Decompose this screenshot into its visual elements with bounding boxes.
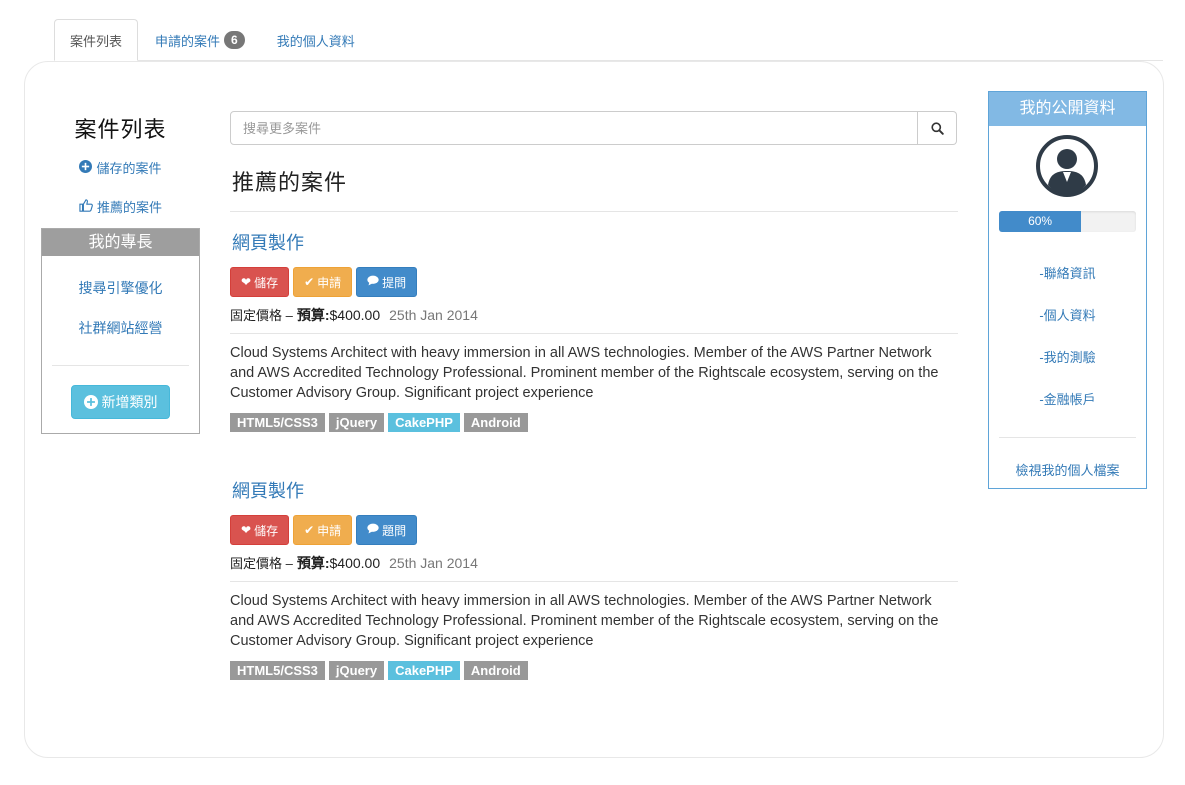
search-bar [230,111,957,145]
apply-label: 申請 [317,523,342,538]
specialty-item-social[interactable]: 社群網站經營 [42,318,199,338]
job-date: 25th Jan 2014 [389,307,478,323]
recommended-section-title: 推薦的案件 [232,170,348,195]
tag[interactable]: Android [463,413,528,432]
job-actions: ❤ 儲存 ✔ 申請 題問 [230,515,958,545]
apply-job-button[interactable]: ✔ 申請 [293,515,353,545]
thumbs-up-icon [79,198,93,215]
ask-question-button[interactable]: 提問 [356,267,418,297]
tab-my-profile[interactable]: 我的個人資料 [262,19,370,61]
specialty-title: 我的專長 [42,229,199,256]
tag[interactable]: jQuery [328,661,385,680]
plus-circle-icon [79,159,93,176]
price-type: 固定價格 – [230,308,293,323]
contact-info-link[interactable]: -聯絡資訊 [989,263,1146,282]
apply-label: 申請 [317,275,342,290]
profile-divider [999,437,1136,438]
job-description: Cloud Systems Architect with heavy immer… [230,345,939,401]
job-divider [230,581,958,582]
comment-icon [367,523,379,537]
heart-icon: ❤ [241,523,252,537]
check-icon: ✔ [304,275,315,289]
view-profile-link[interactable]: 檢視我的個人檔案 [989,460,1146,479]
heart-icon: ❤ [241,275,252,289]
save-job-button[interactable]: ❤ 儲存 [230,267,290,297]
tab-applied-jobs[interactable]: 申請的案件 6 [140,19,260,61]
search-icon [930,121,944,135]
user-avatar-icon [1036,135,1098,197]
tab-my-profile-label: 我的個人資料 [276,33,355,49]
profile-progress-bar: 60% [999,211,1082,232]
tag[interactable]: CakePHP [388,413,460,432]
public-profile-title: 我的公開資料 [989,92,1146,126]
specialty-panel: 我的專長 搜尋引擎優化 社群網站經營 新增類別 [41,228,200,434]
recommended-jobs-link[interactable]: 推薦的案件 [41,197,200,216]
apply-job-button[interactable]: ✔ 申請 [293,267,353,297]
job-meta: 固定價格 – 預算: $400.00 25th Jan 2014 [230,553,958,573]
search-button[interactable] [918,111,957,145]
ask-label: 題問 [382,523,407,538]
add-category-label: 新增類別 [101,394,158,410]
tag[interactable]: Android [463,661,528,680]
job-tags: HTML5/CSS3 jQuery CakePHP Android [230,661,958,680]
personal-info-link[interactable]: -個人資料 [989,305,1146,324]
price-type: 固定價格 – [230,556,293,571]
job-description: Cloud Systems Architect with heavy immer… [230,593,939,649]
tag[interactable]: HTML5/CSS3 [230,413,325,432]
main-tabs: 案件列表 申請的案件 6 我的個人資料 [54,19,372,61]
sidebar-title: 案件列表 [74,117,167,142]
job-date: 25th Jan 2014 [389,555,478,571]
tag[interactable]: CakePHP [388,661,460,680]
tag[interactable]: HTML5/CSS3 [230,661,325,680]
recommended-jobs-label: 推薦的案件 [96,200,162,215]
budget-label: 預算: [296,307,330,323]
job-actions: ❤ 儲存 ✔ 申請 提問 [230,267,958,297]
tag[interactable]: jQuery [328,413,385,432]
left-sidebar: 案件列表 儲存的案件 推薦的案件 我的專長 搜尋引擎優化 社群網站經營 新增類別 [41,108,200,434]
saved-jobs-link[interactable]: 儲存的案件 [41,158,200,177]
job-tags: HTML5/CSS3 jQuery CakePHP Android [230,413,958,432]
specialty-divider [52,365,189,366]
plus-circle-icon [83,395,98,409]
job-title[interactable]: 網頁製作 [232,229,958,255]
budget-amount: $400.00 [329,555,381,571]
comment-icon [367,275,379,289]
save-label: 儲存 [254,275,279,290]
my-tests-link[interactable]: -我的測驗 [989,347,1146,366]
job-card: 網頁製作 ❤ 儲存 ✔ 申請 題問 固定價格 – 預算: $400.00 25t… [230,477,958,680]
budget-amount: $400.00 [329,307,381,323]
profile-progress: 60% [999,211,1136,232]
search-input[interactable] [230,111,918,145]
applied-count-badge: 6 [224,31,245,49]
job-divider [230,333,958,334]
tab-job-list-label: 案件列表 [70,33,123,49]
job-meta: 固定價格 – 預算: $400.00 25th Jan 2014 [230,305,958,325]
specialty-item-seo[interactable]: 搜尋引擎優化 [42,278,199,298]
section-divider [230,211,958,212]
job-card: 網頁製作 ❤ 儲存 ✔ 申請 提問 固定價格 – 預算: $400.00 25t… [230,229,958,432]
public-profile-panel: 我的公開資料 60% -聯絡資訊 -個人資料 -我的測驗 -金融帳戶 檢視我的個… [988,91,1147,489]
budget-label: 預算: [296,555,330,571]
tab-applied-jobs-label: 申請的案件 [155,33,221,49]
tab-job-list[interactable]: 案件列表 [54,19,139,61]
save-job-button[interactable]: ❤ 儲存 [230,515,290,545]
job-title[interactable]: 網頁製作 [232,477,958,503]
save-label: 儲存 [254,523,279,538]
financial-account-link[interactable]: -金融帳戶 [989,389,1146,408]
ask-question-button[interactable]: 題問 [356,515,418,545]
add-category-button[interactable]: 新增類別 [71,385,170,419]
ask-label: 提問 [382,275,407,290]
check-icon: ✔ [304,523,315,537]
saved-jobs-label: 儲存的案件 [96,161,162,176]
